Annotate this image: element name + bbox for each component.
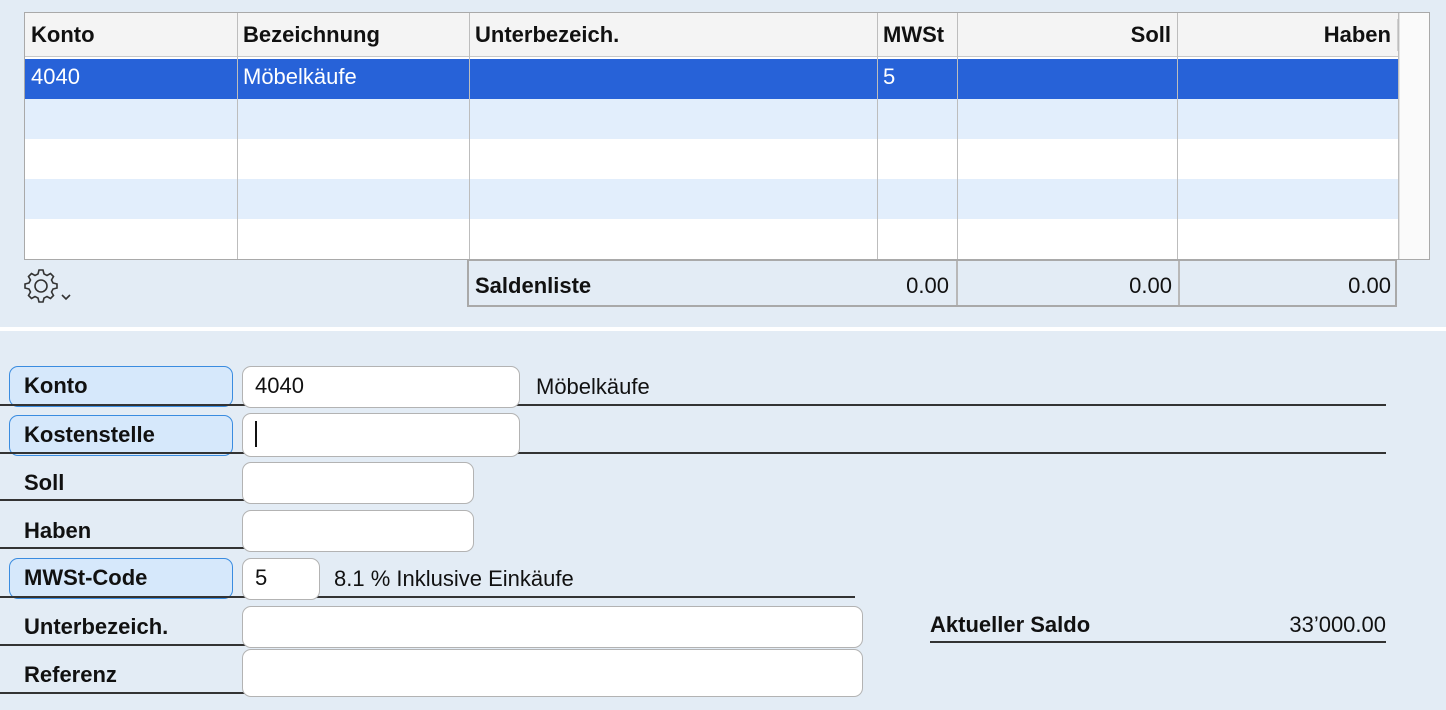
column-gridline xyxy=(877,13,878,259)
soll-label: Soll xyxy=(24,470,65,495)
cell-mwst[interactable] xyxy=(877,179,957,219)
cell-haben[interactable] xyxy=(1177,179,1397,219)
cell-unterbezeich[interactable] xyxy=(469,59,877,99)
cell-mwst[interactable] xyxy=(877,139,957,179)
cell-konto[interactable] xyxy=(25,219,237,259)
column-gridline xyxy=(957,13,958,259)
cell-haben[interactable] xyxy=(1177,139,1397,179)
mwst-code-description: 8.1 % Inklusive Einkäufe xyxy=(334,566,574,591)
cell-soll[interactable] xyxy=(957,139,1177,179)
cell-mwst[interactable] xyxy=(877,99,957,139)
text-cursor xyxy=(255,421,257,448)
column-gridline xyxy=(469,13,470,259)
cell-mwst[interactable]: 5 xyxy=(877,59,957,99)
mwst-code-field[interactable]: 5 xyxy=(242,558,320,600)
konto-field[interactable]: 4040 xyxy=(242,366,520,408)
cell-konto[interactable]: 4040 xyxy=(25,59,237,99)
table-header: Konto Bezeichnung Unterbezeich. MWSt Sol… xyxy=(25,13,1399,57)
konto-label-button[interactable]: Konto xyxy=(9,366,233,407)
cell-bezeichnung[interactable] xyxy=(237,99,469,139)
column-gridline xyxy=(1177,13,1178,259)
kostenstelle-row-line xyxy=(0,452,1386,454)
haben-label: Haben xyxy=(24,518,92,543)
cell-bezeichnung[interactable] xyxy=(237,219,469,259)
gear-icon xyxy=(24,269,71,303)
haben-field[interactable] xyxy=(242,510,474,552)
aktueller-saldo-value: 33’000.00 xyxy=(1289,612,1386,637)
kostenstelle-field[interactable] xyxy=(242,413,520,457)
table-row[interactable] xyxy=(25,179,1399,219)
section-divider xyxy=(0,327,1446,331)
referenz-field[interactable] xyxy=(242,649,863,697)
table-row[interactable] xyxy=(25,99,1399,139)
referenz-label: Referenz xyxy=(24,662,117,687)
unterbezeich-field[interactable] xyxy=(242,606,863,648)
cell-unterbezeich[interactable] xyxy=(469,99,877,139)
cell-konto[interactable] xyxy=(25,99,237,139)
totals-mwst: 0.00 xyxy=(906,273,949,298)
kostenstelle-label-button[interactable]: Kostenstelle xyxy=(9,415,233,456)
unterbezeich-label: Unterbezeich. xyxy=(24,614,169,639)
table-row[interactable] xyxy=(25,219,1399,259)
cell-bezeichnung[interactable]: Möbelkäufe xyxy=(237,59,469,99)
totals-haben: 0.00 xyxy=(1348,273,1391,298)
cell-haben[interactable] xyxy=(1177,99,1397,139)
totals-label: Saldenliste xyxy=(475,273,592,298)
mwst-code-label-button[interactable]: MWSt-Code xyxy=(9,558,233,599)
column-header-unterbezeich[interactable]: Unterbezeich. xyxy=(469,13,877,57)
totals-row: Saldenliste 0.00 0.00 0.00 xyxy=(467,259,1397,307)
column-header-mwst[interactable]: MWSt xyxy=(877,13,957,57)
cell-haben[interactable] xyxy=(1177,59,1397,99)
column-header-soll[interactable]: Soll xyxy=(957,13,1177,57)
cell-konto[interactable] xyxy=(25,179,237,219)
totals-soll: 0.00 xyxy=(1129,273,1172,298)
entries-table[interactable]: Konto Bezeichnung Unterbezeich. MWSt Sol… xyxy=(24,12,1430,260)
mwst-code-row-line xyxy=(0,596,855,598)
cell-mwst[interactable] xyxy=(877,219,957,259)
table-row[interactable]: 4040 Möbelkäufe 5 xyxy=(25,59,1399,99)
cell-unterbezeich[interactable] xyxy=(469,219,877,259)
cell-soll[interactable] xyxy=(957,99,1177,139)
cell-unterbezeich[interactable] xyxy=(469,179,877,219)
cell-soll[interactable] xyxy=(957,179,1177,219)
aktueller-saldo-label: Aktueller Saldo xyxy=(930,612,1091,637)
column-header-bezeichnung[interactable]: Bezeichnung xyxy=(237,13,469,57)
column-gridline xyxy=(237,13,238,259)
cell-bezeichnung[interactable] xyxy=(237,139,469,179)
cell-haben[interactable] xyxy=(1177,219,1397,259)
cell-konto[interactable] xyxy=(25,139,237,179)
table-row[interactable] xyxy=(25,139,1399,179)
cell-bezeichnung[interactable] xyxy=(237,179,469,219)
konto-description: Möbelkäufe xyxy=(536,374,650,399)
column-header-haben[interactable]: Haben xyxy=(1177,13,1397,57)
column-header-konto[interactable]: Konto xyxy=(25,13,237,57)
konto-row-line xyxy=(0,404,1386,406)
cell-soll[interactable] xyxy=(957,219,1177,259)
cell-soll[interactable] xyxy=(957,59,1177,99)
aktueller-saldo-line xyxy=(930,641,1386,643)
table-settings-button[interactable] xyxy=(22,266,76,306)
soll-field[interactable] xyxy=(242,462,474,504)
vertical-scrollbar[interactable] xyxy=(1399,13,1429,259)
cell-unterbezeich[interactable] xyxy=(469,139,877,179)
